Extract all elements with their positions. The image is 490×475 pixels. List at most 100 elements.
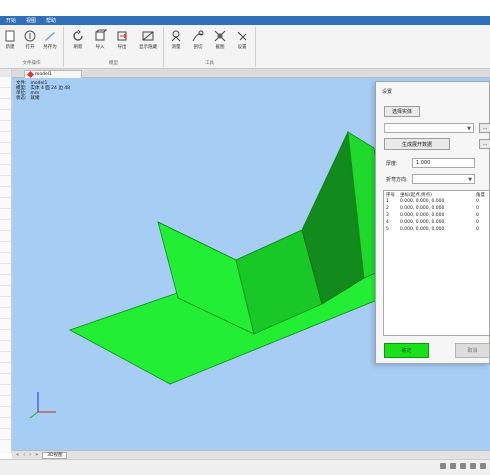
left-panel-row[interactable] [0,165,11,176]
compute-button[interactable]: 生成展开数据 [384,138,450,150]
left-panel-row[interactable] [0,319,11,330]
left-panel-row[interactable] [0,242,11,253]
left-panel-row[interactable] [0,187,11,198]
status-icon[interactable] [460,463,466,469]
visibility-icon [142,31,154,41]
save-as-button[interactable]: 另存为 [40,29,60,53]
list-item[interactable]: 4 0.000, 0.000, 0.000 0 [384,219,489,226]
bend-direction-combo[interactable]: ▼ [412,174,475,184]
left-panel-row[interactable] [0,264,11,275]
screenshot-button[interactable]: 截图 [210,29,230,53]
confirm-button[interactable]: 确定 [384,343,429,358]
left-panel-row[interactable] [0,341,11,352]
save-as-icon [45,32,55,41]
list-item[interactable]: 1 0.000, 0.000, 0.000 0 [384,198,489,205]
left-panel-header [0,69,11,77]
last-icon[interactable]: » [35,452,38,458]
ribbon-group-model: 刷新 导入 导出 显示隐藏 模型 [64,27,164,67]
new-button[interactable]: 新建 [0,29,20,53]
left-panel-row[interactable] [0,209,11,220]
dialog-title: 设置 [382,89,393,95]
export-button[interactable]: 导出 [112,29,132,53]
status-icon[interactable] [450,463,456,469]
left-panel-row[interactable] [0,385,11,396]
measure-icon [171,30,181,42]
left-panel-row[interactable] [0,121,11,132]
chevron-down-icon: ▼ [468,177,472,183]
left-panel-row[interactable] [0,297,11,308]
menu-bar: 开始 视图 帮助 [0,16,490,25]
status-icon[interactable] [480,463,486,469]
settings-icon [237,31,247,41]
status-icon[interactable] [440,463,446,469]
ribbon-group-file: 新建 打开 另存为 文件操作 [0,27,64,67]
menu-item-home[interactable]: 开始 [6,17,16,24]
left-panel-row[interactable] [0,154,11,165]
prev-icon[interactable]: ‹ [23,452,25,458]
thickness-label: 厚度: [386,161,398,167]
left-panel-row[interactable] [0,275,11,286]
document-tab-label: model1 [35,72,52,77]
left-panel-row[interactable] [0,330,11,341]
import-icon [95,29,107,41]
ribbon-toolbar: 新建 打开 另存为 文件操作 刷新 导入 导出 显示隐藏 模型 测量 剖切 截图… [0,25,490,69]
status-bar [0,459,490,475]
left-panel-row[interactable] [0,77,11,88]
export-icon [117,31,127,41]
left-panel-row[interactable] [0,253,11,264]
refresh-icon [73,29,83,41]
open-icon [24,30,36,42]
left-panel-row[interactable] [0,110,11,121]
left-panel-row[interactable] [0,396,11,407]
result-list[interactable]: 序号 坐标(起点,终点) 角度 1 0.000, 0.000, 0.000 0 2 0.0… [383,190,490,336]
left-panel-row[interactable] [0,176,11,187]
left-panel-row[interactable] [0,352,11,363]
left-panel-row[interactable] [0,99,11,110]
entity-combo[interactable]: ▼ [384,123,474,133]
chevron-down-icon: ▼ [467,126,471,132]
document-tab[interactable]: model1 [24,70,82,79]
left-panel-row[interactable] [0,143,11,154]
measure-button[interactable]: 测量 [166,29,186,53]
left-panel-row[interactable] [0,132,11,143]
left-panel-row[interactable] [0,88,11,99]
side-button-2[interactable]: ... [479,139,490,149]
side-button-1[interactable]: ... [479,123,490,133]
settings-button[interactable]: 设置 [232,29,252,53]
bottom-tabbar: « ‹ › » 3D视图 [12,450,490,459]
status-icon[interactable] [470,463,476,469]
import-button[interactable]: 导入 [90,29,110,53]
screenshot-icon [214,30,226,42]
axis-triad-icon [29,392,56,419]
document-icon [26,70,35,79]
left-panel-row[interactable] [0,407,11,418]
menu-item-help[interactable]: 帮助 [46,17,56,24]
cancel-button[interactable]: 取消 [455,343,490,358]
left-panel-row[interactable] [0,220,11,231]
tab-3d-view[interactable]: 3D视图 [42,451,68,459]
section-button[interactable]: 剖切 [188,29,208,53]
refresh-button[interactable]: 刷新 [68,29,88,53]
left-panel-row[interactable] [0,286,11,297]
open-button[interactable]: 打开 [20,29,40,53]
ribbon-group-tools: 测量 剖切 截图 设置 工具 [164,27,256,67]
first-icon[interactable]: « [16,452,19,458]
visibility-button[interactable]: 显示隐藏 [134,29,162,53]
left-panel-row[interactable] [0,363,11,374]
list-item[interactable]: 2 0.000, 0.000, 0.000 0 [384,205,489,212]
menu-item-view[interactable]: 视图 [26,17,36,24]
section-icon [192,30,204,42]
left-panel-row[interactable] [0,429,11,440]
left-panel-row[interactable] [0,231,11,242]
left-panel-row[interactable] [0,374,11,385]
select-entity-button[interactable]: 选择实体 [384,106,420,117]
list-header: 序号 坐标(起点,终点) 角度 [386,192,485,198]
thickness-input[interactable]: 1.000 [412,158,475,168]
left-panel [0,69,12,453]
left-panel-row[interactable] [0,308,11,319]
list-item[interactable]: 3 0.000, 0.000, 0.000 0 [384,212,489,219]
next-icon[interactable]: › [29,452,31,458]
left-panel-row[interactable] [0,198,11,209]
list-item[interactable]: 5 0.000, 0.000, 0.000 0 [384,226,489,233]
left-panel-row[interactable] [0,418,11,429]
